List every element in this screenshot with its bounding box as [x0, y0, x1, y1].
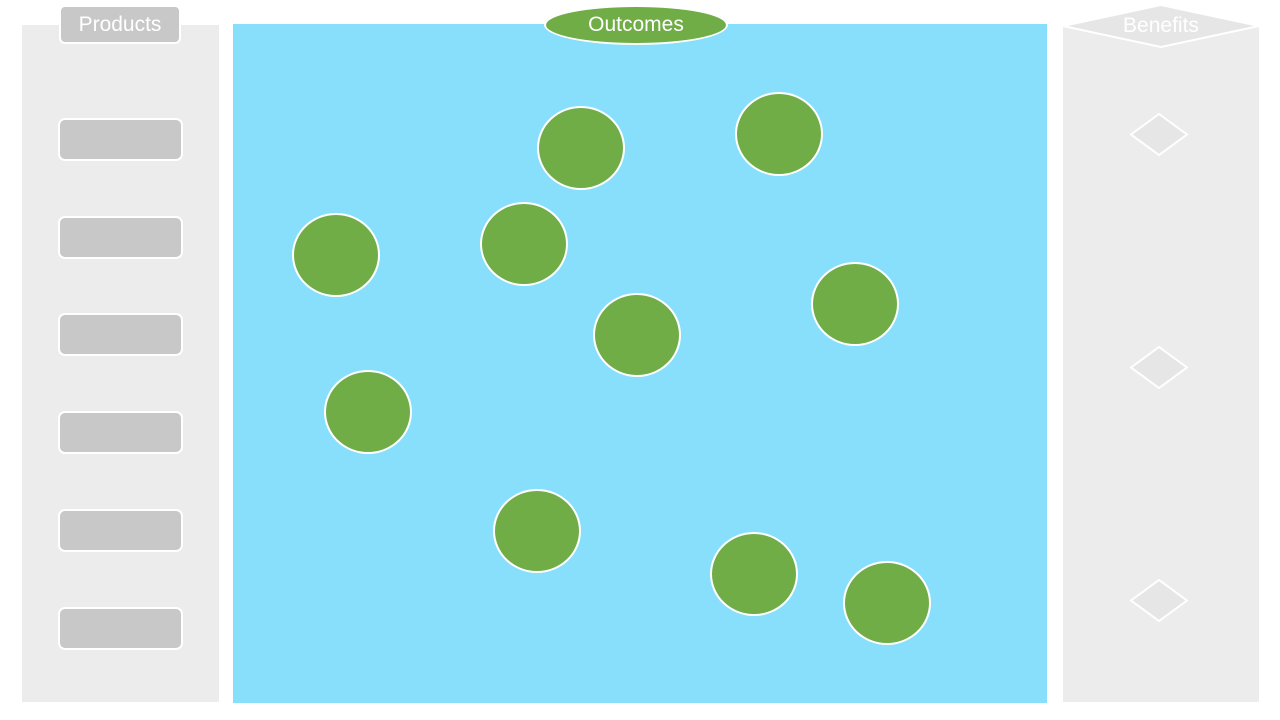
- benefit-diamond[interactable]: [1129, 112, 1189, 157]
- outcome-circle[interactable]: [710, 532, 798, 616]
- outcome-circle[interactable]: [292, 213, 380, 297]
- product-box[interactable]: [58, 411, 183, 454]
- product-box[interactable]: [58, 509, 183, 552]
- outcome-circle[interactable]: [537, 106, 625, 190]
- benefit-diamond[interactable]: [1129, 578, 1189, 623]
- outcome-circle[interactable]: [843, 561, 931, 645]
- outcome-circle[interactable]: [811, 262, 899, 346]
- outcome-circle[interactable]: [593, 293, 681, 377]
- outcome-circle[interactable]: [735, 92, 823, 176]
- outcome-circle[interactable]: [480, 202, 568, 286]
- product-box[interactable]: [58, 216, 183, 259]
- product-box[interactable]: [58, 313, 183, 356]
- product-box[interactable]: [58, 607, 183, 650]
- benefits-header-label: Benefits: [1123, 14, 1199, 37]
- outcome-circle[interactable]: [493, 489, 581, 573]
- products-header: Products: [59, 5, 181, 44]
- outcome-circle[interactable]: [324, 370, 412, 454]
- benefits-header: Benefits: [1062, 4, 1260, 48]
- outcomes-header: Outcomes: [544, 5, 728, 45]
- benefit-diamond[interactable]: [1129, 345, 1189, 390]
- product-box[interactable]: [58, 118, 183, 161]
